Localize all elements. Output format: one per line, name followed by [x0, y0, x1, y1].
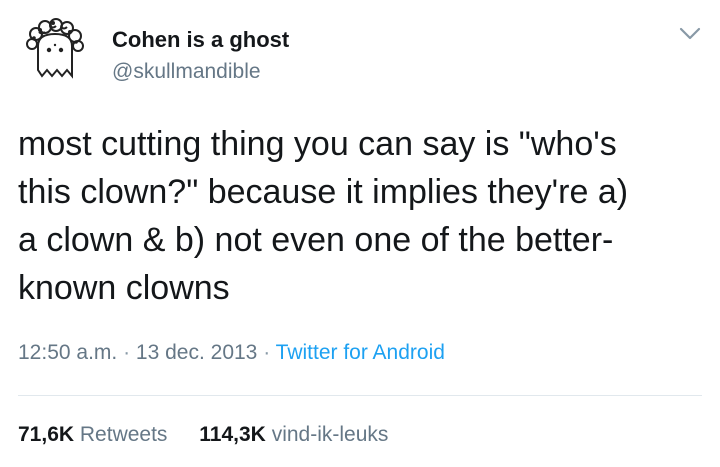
tweet-time[interactable]: 12:50 a.m. — [18, 341, 117, 364]
retweets-label: Retweets — [79, 423, 168, 446]
meta-separator: · — [263, 341, 271, 364]
divider — [18, 395, 702, 396]
display-name[interactable]: Cohen is a ghost — [112, 26, 289, 54]
retweets-stat[interactable]: 71,6K Retweets — [18, 420, 167, 450]
avatar[interactable] — [20, 18, 90, 86]
likes-stat[interactable]: 114,3K vind-ik-leuks — [199, 420, 388, 450]
tweet-date[interactable]: 13 dec. 2013 — [136, 341, 257, 364]
tweet-text: most cutting thing you can say is "who's… — [18, 120, 698, 312]
likes-count: 114,3K — [199, 423, 266, 446]
ghost-doodle-icon — [26, 18, 84, 79]
tweet-text-line: known clowns — [18, 269, 230, 307]
tweet-meta: 12:50 a.m. · 13 dec. 2013 · Twitter for … — [18, 338, 445, 368]
tweet-stats: 71,6K Retweets 114,3K vind-ik-leuks — [18, 420, 414, 450]
tweet-menu-button[interactable] — [678, 26, 702, 42]
meta-separator: · — [123, 341, 131, 364]
tweet-source-link[interactable]: Twitter for Android — [276, 341, 445, 364]
retweets-count: 71,6K — [18, 423, 75, 446]
chevron-down-icon — [679, 27, 701, 40]
user-handle[interactable]: @skullmandible — [112, 58, 261, 86]
tweet-text-line: most cutting thing you can say is "who's — [18, 125, 617, 163]
tweet-text-line: a clown & b) not even one of the better- — [18, 221, 614, 259]
tweet-text-line: this clown?" because it implies they're … — [18, 173, 629, 211]
likes-label: vind-ik-leuks — [271, 423, 389, 446]
